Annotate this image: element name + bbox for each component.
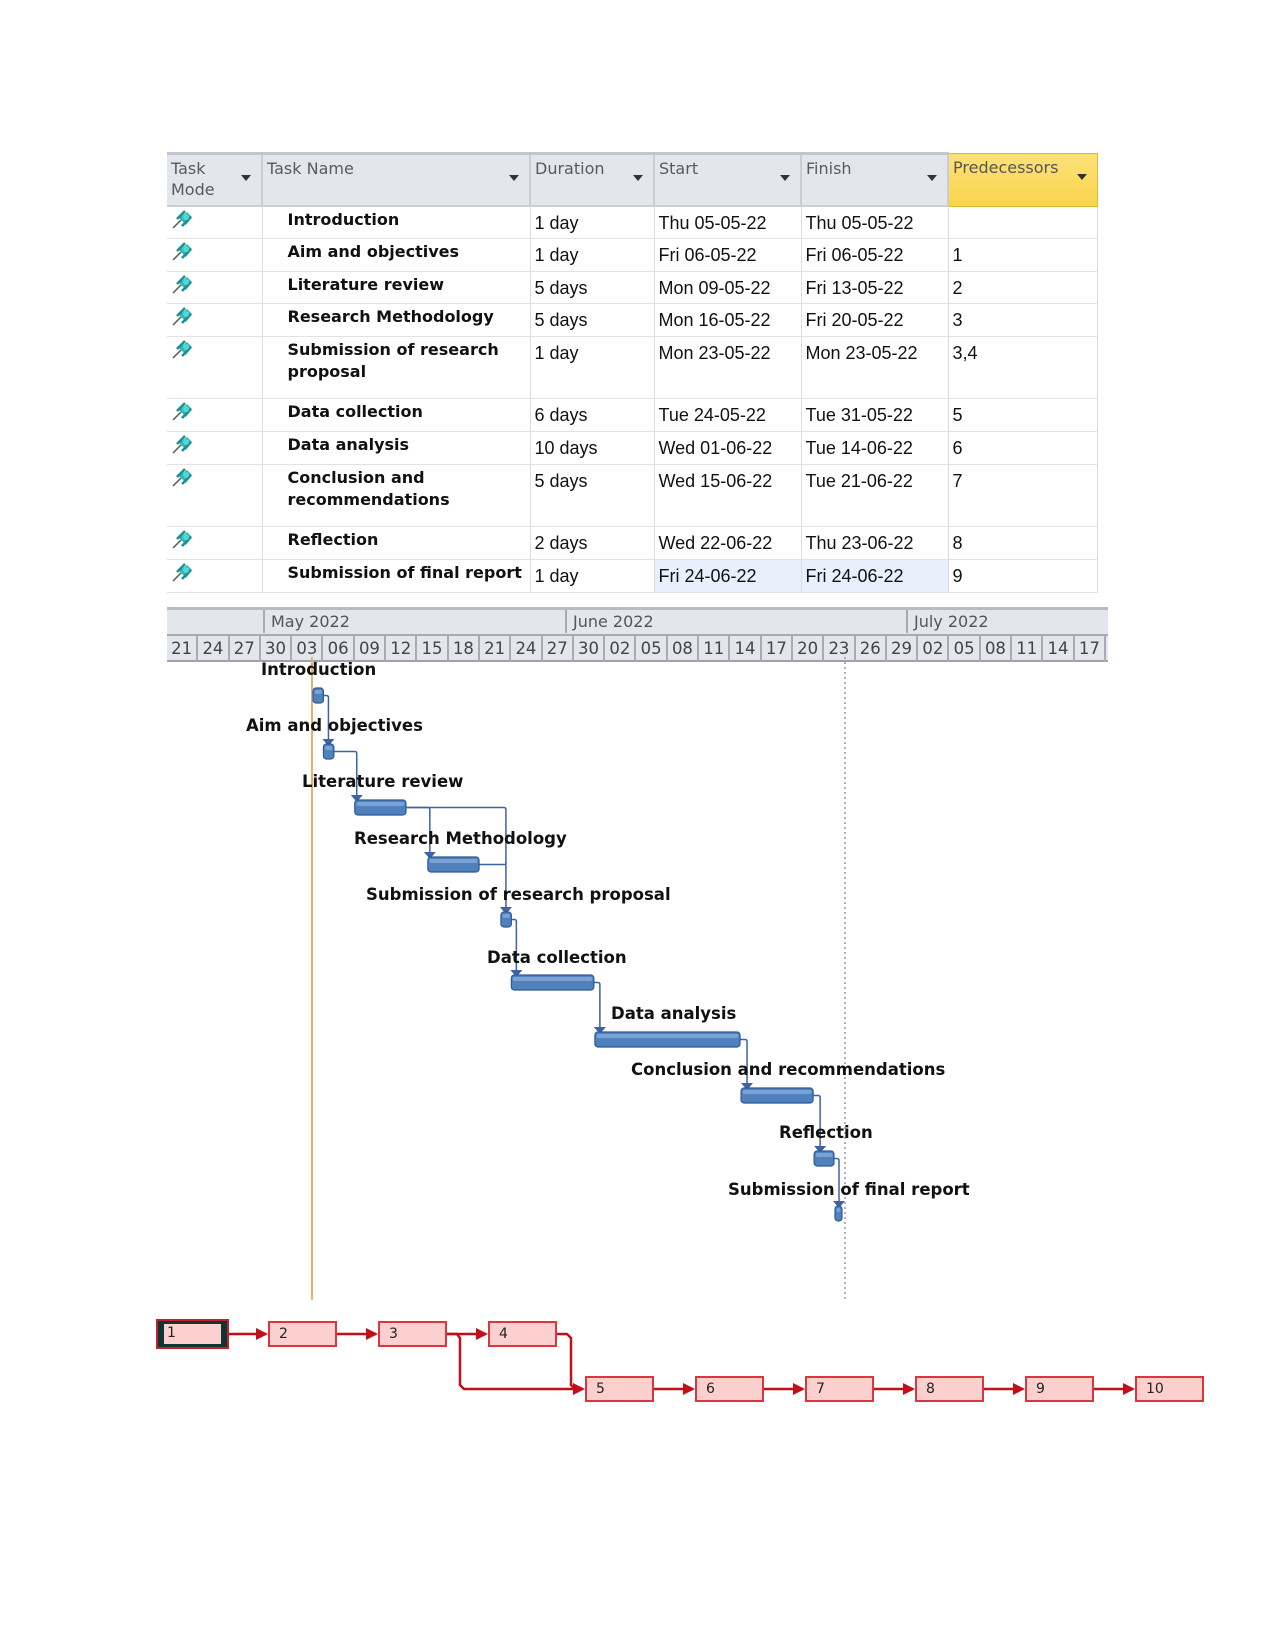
network-node[interactable]: 8 — [915, 1376, 984, 1402]
network-node[interactable]: 4 — [488, 1321, 557, 1347]
network-node[interactable]: 1 — [156, 1319, 229, 1349]
network-node[interactable]: 10 — [1135, 1376, 1204, 1402]
network-arrow-icon — [683, 1383, 695, 1395]
network-arrow-icon — [1123, 1383, 1135, 1395]
network-diagram-links — [227, 1328, 1135, 1395]
network-arrow-icon — [256, 1328, 268, 1340]
network-node[interactable]: 3 — [378, 1321, 447, 1347]
network-arrow-icon — [903, 1383, 915, 1395]
network-node[interactable]: 9 — [1025, 1376, 1094, 1402]
network-arrow-icon — [476, 1328, 488, 1340]
network-node[interactable]: 5 — [585, 1376, 654, 1402]
network-link — [557, 1332, 576, 1390]
network-node[interactable]: 7 — [805, 1376, 874, 1402]
network-arrow-icon — [366, 1328, 378, 1340]
network-arrow-icon — [1013, 1383, 1025, 1395]
network-arrow-icon — [573, 1383, 585, 1395]
network-arrow-icon — [793, 1383, 805, 1395]
network-node[interactable]: 2 — [268, 1321, 337, 1347]
network-node[interactable]: 6 — [695, 1376, 764, 1402]
